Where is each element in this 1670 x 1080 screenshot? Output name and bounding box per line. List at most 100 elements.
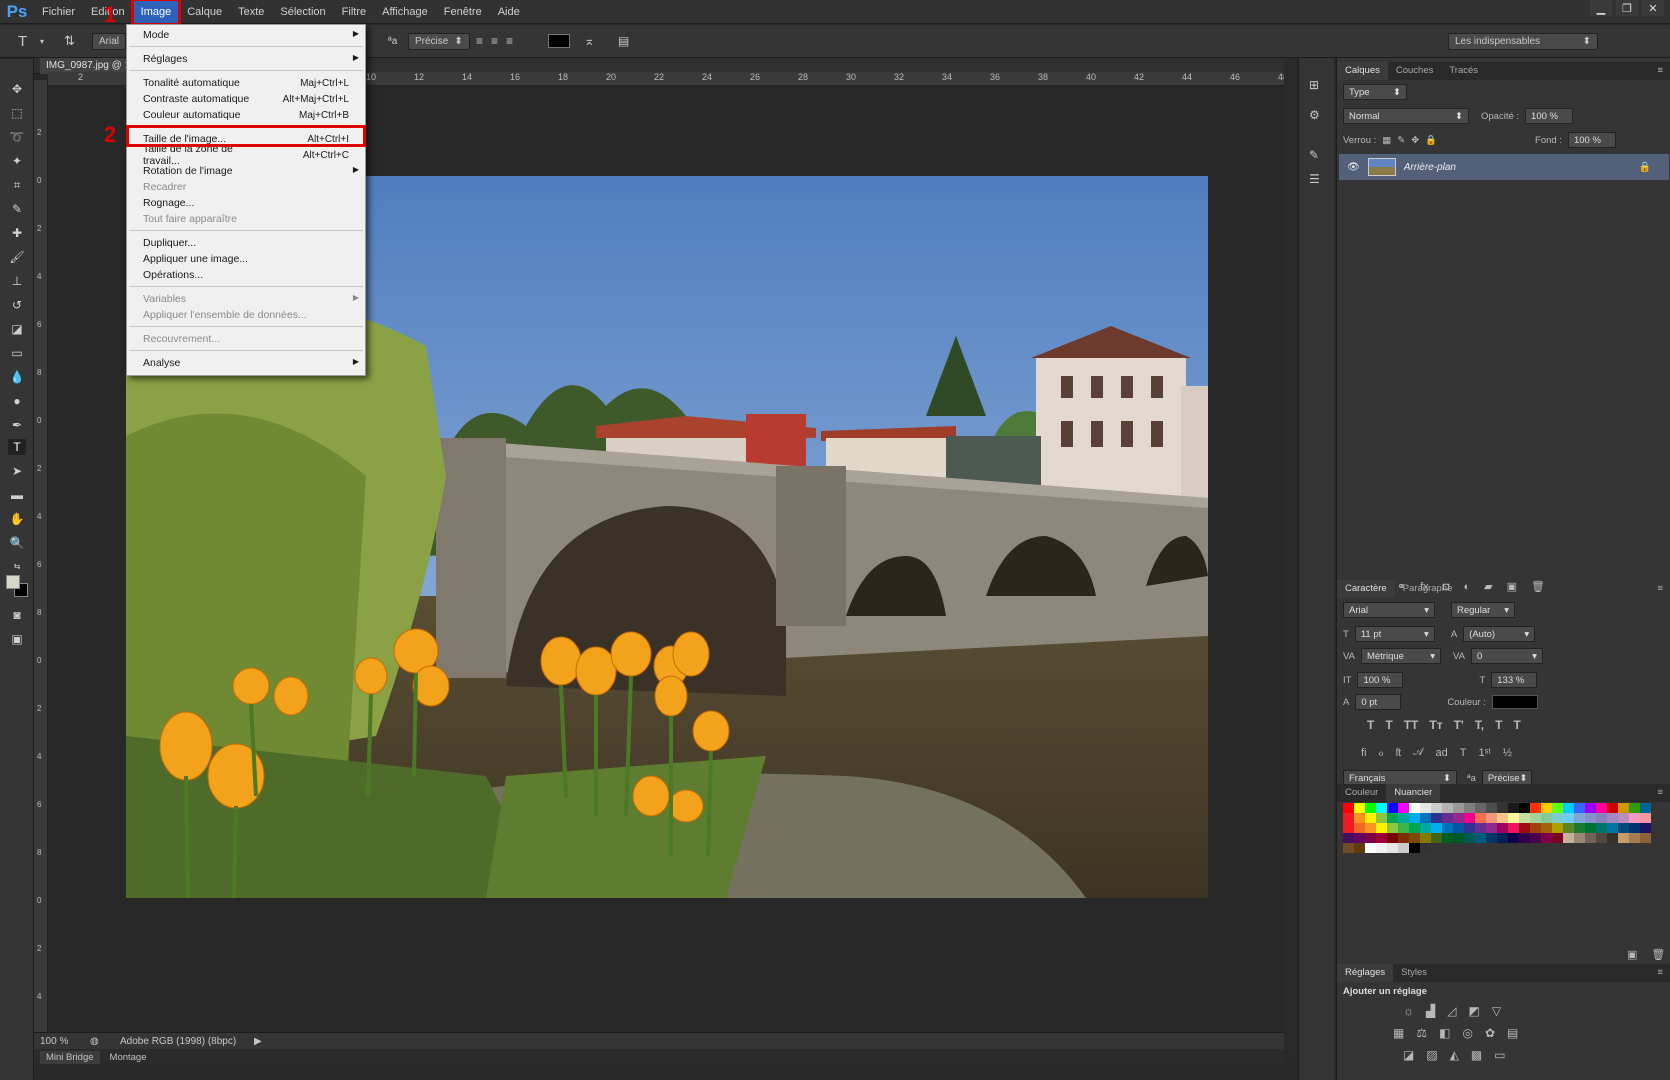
color-swatch[interactable] (1596, 823, 1607, 833)
color-swatch[interactable] (1343, 813, 1354, 823)
titling-icon[interactable]: ad (1436, 747, 1448, 759)
lock-transparent-icon[interactable]: ▦ (1382, 135, 1391, 146)
color-swatch[interactable] (1563, 803, 1574, 813)
color-swatch[interactable] (1354, 843, 1365, 853)
menu-fichier[interactable]: Fichier (34, 0, 83, 24)
levels-icon[interactable]: ▟ (1426, 1004, 1435, 1018)
discretionary-ligature-icon[interactable]: ℴ (1379, 746, 1384, 759)
color-swatch[interactable] (1475, 803, 1486, 813)
color-swatch[interactable] (1574, 813, 1585, 823)
color-swatch[interactable] (1541, 803, 1552, 813)
quick-mask-icon[interactable]: ◙ (8, 607, 26, 623)
color-swatch[interactable] (1486, 823, 1497, 833)
vibrance-icon[interactable]: ▽ (1492, 1004, 1501, 1018)
panel-menu-icon[interactable]: ≡ (1649, 62, 1670, 80)
tab-styles[interactable]: Styles (1393, 964, 1435, 982)
menu-filtre[interactable]: Filtre (334, 0, 374, 24)
color-swatch[interactable] (1420, 803, 1431, 813)
panel-menu-icon[interactable]: ≡ (1649, 580, 1670, 598)
new-swatch-icon[interactable]: ▣ (1627, 948, 1637, 961)
tab-nuancier[interactable]: Nuancier (1386, 784, 1441, 802)
color-swatch[interactable] (1508, 833, 1519, 843)
chevron-down-icon[interactable]: ▾ (40, 32, 44, 50)
menu-texte[interactable]: Texte (230, 0, 272, 24)
panel-menu-icon[interactable]: ≡ (1649, 784, 1670, 802)
color-swatch[interactable] (1409, 823, 1420, 833)
menu-image[interactable]: Image (130, 0, 182, 26)
color-swatch[interactable] (1387, 843, 1398, 853)
visibility-eye-icon[interactable]: 👁 (1347, 162, 1360, 173)
menu-item-tonalite-automatique[interactable]: Tonalité automatique Maj+Ctrl+L (127, 75, 365, 91)
type-style-button[interactable]: T (1367, 718, 1374, 732)
color-swatch[interactable] (1574, 823, 1585, 833)
type-style-button[interactable]: Tт (1429, 718, 1442, 732)
color-swatch[interactable] (1541, 833, 1552, 843)
color-swatch[interactable] (1442, 823, 1453, 833)
color-swatch[interactable] (1365, 813, 1376, 823)
lock-position-icon[interactable]: ✥ (1411, 135, 1419, 146)
text-color-swatch[interactable] (548, 34, 570, 48)
vertical-scale-field[interactable]: 100 % (1357, 672, 1404, 688)
channel-mixer-icon[interactable]: ✿ (1485, 1026, 1495, 1040)
color-swatch[interactable] (1607, 803, 1618, 813)
swap-colors-icon[interactable]: ⇆ (8, 559, 26, 575)
swash-icon[interactable]: 𝒜 (1413, 746, 1423, 759)
lasso-tool-icon[interactable]: ➰ (8, 129, 26, 145)
color-swatch[interactable] (1398, 843, 1409, 853)
threshold-icon[interactable]: ◭ (1450, 1048, 1459, 1062)
minimize-icon[interactable]: ▁ (1590, 0, 1612, 16)
color-swatch[interactable] (1453, 803, 1464, 813)
color-swatch[interactable] (1596, 803, 1607, 813)
menu-item-rognage[interactable]: Rognage... (127, 195, 365, 211)
color-swatch[interactable] (1442, 813, 1453, 823)
magic-wand-tool-icon[interactable]: ✦ (8, 153, 26, 169)
font-size-field[interactable]: 11 pt ▾ (1354, 626, 1435, 642)
workspace-dropdown[interactable]: Les indispensables ⬍ (1448, 32, 1598, 50)
color-swatch[interactable] (1431, 823, 1442, 833)
color-swatch[interactable] (1431, 803, 1442, 813)
eyedropper-tool-icon[interactable]: ✎ (8, 201, 26, 217)
color-swatch[interactable] (1530, 823, 1541, 833)
tab-couches[interactable]: Couches (1388, 62, 1442, 80)
color-swatch[interactable] (1497, 803, 1508, 813)
tab-calques[interactable]: Calques (1337, 62, 1388, 80)
color-swatch[interactable] (1343, 843, 1354, 853)
color-swatch[interactable] (1343, 823, 1354, 833)
color-swatch[interactable] (1354, 813, 1365, 823)
color-swatch[interactable] (1618, 813, 1629, 823)
color-swatch[interactable] (1519, 833, 1530, 843)
menu-calque[interactable]: Calque (179, 0, 230, 24)
color-swatch[interactable] (1376, 823, 1387, 833)
color-swatch[interactable] (1398, 813, 1409, 823)
tracking-field[interactable]: 0 ▾ (1470, 648, 1543, 664)
color-swatch[interactable] (1629, 823, 1640, 833)
screen-mode-icon[interactable]: ▣ (8, 631, 26, 647)
bottom-tab-mini-bridge[interactable]: Mini Bridge (40, 1050, 100, 1064)
crop-tool-icon[interactable]: ⌗ (8, 177, 26, 193)
color-swatch[interactable] (1387, 823, 1398, 833)
tab-paragraphe[interactable]: Paragraphe (1395, 580, 1461, 598)
leading-field[interactable]: (Auto) ▾ (1463, 626, 1536, 642)
menu-affichage[interactable]: Affichage (374, 0, 436, 24)
align-right-icon[interactable]: ≡ (506, 34, 513, 48)
color-swatch[interactable] (1629, 833, 1640, 843)
menu-item-contraste-automatique[interactable]: Contraste automatique Alt+Maj+Ctrl+L (127, 91, 365, 107)
menu-item-taille-de-la-zone-de-travail[interactable]: Taille de la zone de travail... Alt+Ctrl+… (127, 143, 365, 167)
type-style-button[interactable]: T, (1475, 718, 1484, 732)
color-swatch[interactable] (1354, 823, 1365, 833)
brush-presets-icon[interactable]: ☰ (1309, 172, 1320, 186)
move-tool-icon[interactable]: ✥ (8, 81, 26, 97)
color-swatch[interactable] (1398, 823, 1409, 833)
color-swatch[interactable] (1486, 803, 1497, 813)
type-style-button[interactable]: TT (1404, 718, 1419, 732)
color-swatch[interactable] (1442, 833, 1453, 843)
align-left-icon[interactable]: ≡ (476, 34, 483, 48)
shape-tool-icon[interactable]: ▬ (8, 487, 26, 503)
lock-pixels-icon[interactable]: ✎ (1397, 135, 1405, 146)
brush-tool-icon[interactable]: 🖌 (8, 249, 26, 265)
char-color-swatch[interactable] (1491, 695, 1538, 709)
photo-filter-icon[interactable]: ◎ (1462, 1026, 1472, 1040)
color-swatch[interactable] (1409, 803, 1420, 813)
ordinal-icon[interactable]: ſt (1396, 747, 1402, 759)
layer-row[interactable]: 👁 Arrière-plan 🔒 (1339, 154, 1669, 180)
